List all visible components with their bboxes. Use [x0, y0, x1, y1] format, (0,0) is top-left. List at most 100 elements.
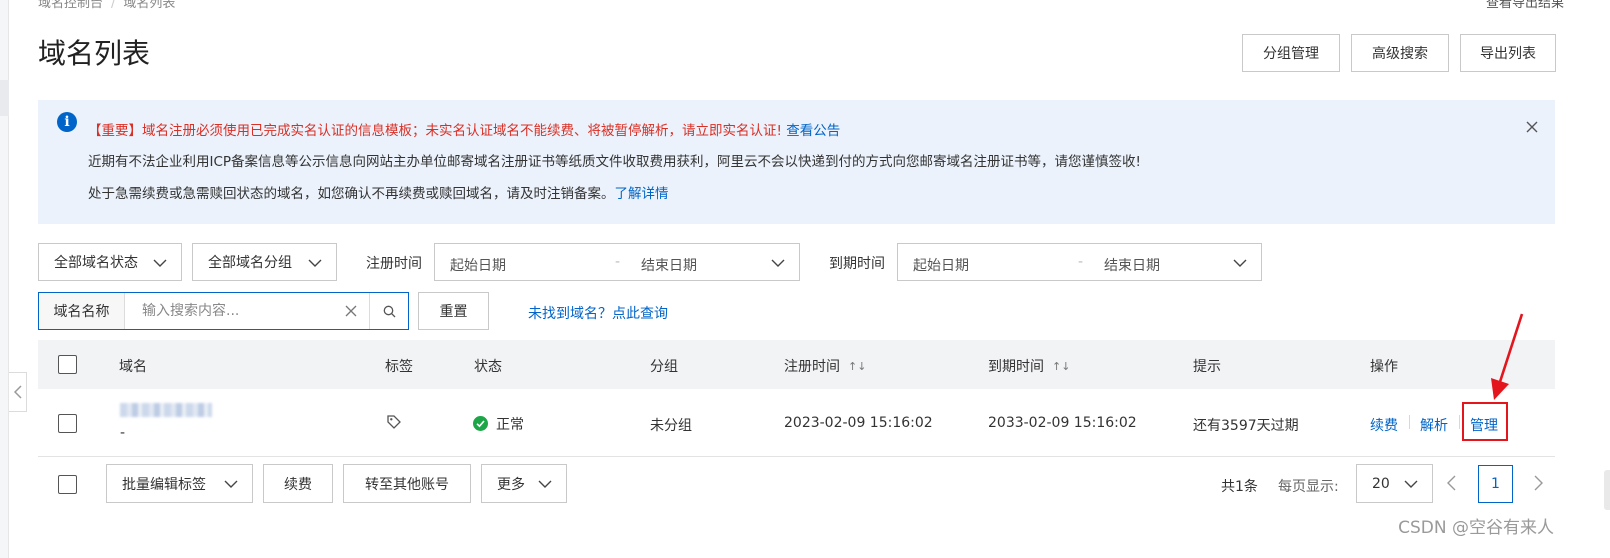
per-page-value: 20 [1372, 475, 1390, 492]
search-icon [383, 305, 395, 317]
tag-icon[interactable] [386, 414, 402, 430]
exp-time-label: 到期时间 [829, 256, 885, 272]
table-row: - 正常 未分组 2023-02-09 15:16:02 2033-02-09 … [38, 389, 1555, 457]
right-edge-tab [1604, 470, 1610, 510]
resolve-link[interactable]: 解析 [1420, 415, 1448, 435]
total-count: 共1条 [1221, 479, 1258, 495]
left-sidebar-strip [0, 0, 9, 558]
domain-group-select[interactable]: 全部域名分组 [192, 243, 337, 281]
batch-edit-tags-select[interactable]: 批量编辑标签 [106, 464, 253, 503]
view-export-results-link[interactable]: 查看导出结果 [1486, 0, 1564, 11]
col-exp-time: 到期时间 [988, 359, 1044, 375]
col-actions: 操作 [1370, 359, 1398, 375]
breadcrumb: 域名控制台 / 域名列表 [38, 0, 175, 11]
reg-time-text: 2023-02-09 15:16:02 [784, 415, 933, 431]
annotation-arrow-icon [1491, 313, 1524, 400]
reg-end-date[interactable]: 结束日期 [641, 255, 697, 275]
watermark: CSDN @空谷有来人 [1398, 518, 1554, 538]
col-tag: 标签 [385, 359, 413, 375]
success-check-icon [473, 416, 488, 431]
notice-line-renewal: 处于急需续费或急需赎回状态的域名，如您确认不再续费或赎回域名，请及时注销备案。了… [88, 182, 669, 202]
search-field-select[interactable]: 域名名称 [39, 293, 125, 329]
chevron-down-icon [1233, 259, 1247, 267]
search-button[interactable] [369, 293, 408, 329]
reg-date-range-picker[interactable]: 起始日期 - 结束日期 [434, 243, 800, 281]
more-actions-select[interactable]: 更多 [481, 464, 567, 503]
col-reg-time: 注册时间 [784, 359, 840, 375]
chevron-left-icon [13, 385, 22, 399]
row-checkbox[interactable] [58, 414, 77, 433]
table-footer: 批量编辑标签 续费 转至其他账号 更多 共1条 每页显示: 20 1 [38, 464, 1555, 504]
domain-search-group: 域名名称 [38, 292, 409, 330]
group-text: 未分组 [650, 418, 692, 434]
date-dash: - [615, 254, 621, 270]
reg-time-label: 注册时间 [366, 256, 422, 272]
col-group: 分组 [650, 359, 678, 375]
close-icon[interactable] [1525, 120, 1539, 134]
reg-start-date[interactable]: 起始日期 [450, 255, 506, 275]
chevron-down-icon [153, 259, 167, 267]
breadcrumb-current: 域名列表 [123, 0, 176, 11]
col-hint: 提示 [1193, 359, 1221, 375]
next-page-icon[interactable] [1530, 474, 1546, 492]
collapse-sidebar-handle[interactable] [9, 372, 27, 412]
header-button-group: 分组管理 高级搜索 导出列表 [1242, 34, 1556, 72]
advanced-search-button[interactable]: 高级搜索 [1351, 34, 1449, 72]
breadcrumb-parent[interactable]: 域名控制台 [38, 0, 103, 11]
domain-status-value: 全部域名状态 [54, 255, 138, 271]
date-dash: - [1078, 254, 1084, 270]
exp-end-date[interactable]: 结束日期 [1104, 255, 1160, 275]
domain-status-select[interactable]: 全部域名状态 [38, 243, 182, 281]
action-separator [1409, 415, 1410, 429]
col-reg-time-header[interactable]: 注册时间 ↑↓ [784, 356, 866, 376]
sort-icon[interactable]: ↑↓ [1052, 360, 1070, 373]
export-list-button[interactable]: 导出列表 [1460, 34, 1556, 72]
sort-icon[interactable]: ↑↓ [848, 360, 866, 373]
page-title: 域名列表 [38, 37, 151, 70]
info-icon: i [57, 112, 77, 132]
batch-edit-tags-label: 批量编辑标签 [122, 476, 206, 493]
exp-start-date[interactable]: 起始日期 [913, 255, 969, 275]
transfer-account-button[interactable]: 转至其他账号 [343, 464, 471, 503]
col-status: 状态 [474, 359, 502, 375]
breadcrumb-separator: / [111, 0, 116, 11]
batch-renew-button[interactable]: 续费 [263, 464, 333, 503]
chevron-down-icon [1404, 480, 1418, 488]
chevron-down-icon [308, 259, 322, 267]
notice-line1-text: 【重要】域名注册必须使用已完成实名认证的信息模板；未实名认证域名不能续费、将被暂… [88, 123, 782, 139]
chevron-down-icon [538, 480, 552, 488]
col-domain: 域名 [119, 359, 147, 375]
renew-link[interactable]: 续费 [1370, 415, 1398, 435]
per-page-label: 每页显示: [1278, 479, 1339, 495]
status-text: 正常 [496, 417, 524, 433]
clear-icon[interactable] [344, 304, 358, 318]
reset-button[interactable]: 重置 [418, 292, 489, 330]
table-header: 域名 标签 状态 分组 注册时间 ↑↓ 到期时间 ↑↓ 提示 操作 [38, 340, 1555, 389]
prev-page-icon[interactable] [1444, 474, 1460, 492]
exp-date-range-picker[interactable]: 起始日期 - 结束日期 [897, 243, 1262, 281]
search-input[interactable] [126, 293, 366, 329]
chevron-down-icon [771, 259, 785, 267]
domain-name-redacted[interactable] [120, 403, 212, 417]
learn-more-link[interactable]: 了解详情 [615, 186, 669, 202]
chevron-down-icon [224, 480, 238, 488]
page-number-current[interactable]: 1 [1478, 465, 1513, 503]
exp-time-text: 2033-02-09 15:16:02 [988, 415, 1137, 431]
notice-line-important: 【重要】域名注册必须使用已完成实名认证的信息模板；未实名认证域名不能续费、将被暂… [88, 119, 840, 139]
hint-text: 还有3597天过期 [1193, 418, 1299, 434]
domain-group-value: 全部域名分组 [208, 255, 292, 271]
col-exp-time-header[interactable]: 到期时间 ↑↓ [988, 356, 1070, 376]
notice-line-fraud-warning: 近期有不法企业利用ICP备案信息等公示信息向网站主办单位邮寄域名注册证书等纸质文… [88, 154, 1141, 170]
domain-subline: - [120, 425, 126, 441]
footer-select-all-checkbox[interactable] [58, 475, 77, 494]
view-announcement-link[interactable]: 查看公告 [786, 123, 840, 139]
sidebar-active-mark [0, 80, 9, 116]
action-separator [1459, 415, 1460, 429]
domain-not-found-link[interactable]: 未找到域名？点此查询 [528, 303, 668, 323]
more-actions-label: 更多 [497, 476, 525, 493]
notice-line3-text: 处于急需续费或急需赎回状态的域名，如您确认不再续费或赎回域名，请及时注销备案。 [88, 186, 615, 202]
group-manage-button[interactable]: 分组管理 [1242, 34, 1340, 72]
select-all-checkbox[interactable] [58, 355, 77, 374]
notice-banner: i 【重要】域名注册必须使用已完成实名认证的信息模板；未实名认证域名不能续费、将… [38, 100, 1555, 224]
per-page-select[interactable]: 20 [1356, 464, 1433, 503]
